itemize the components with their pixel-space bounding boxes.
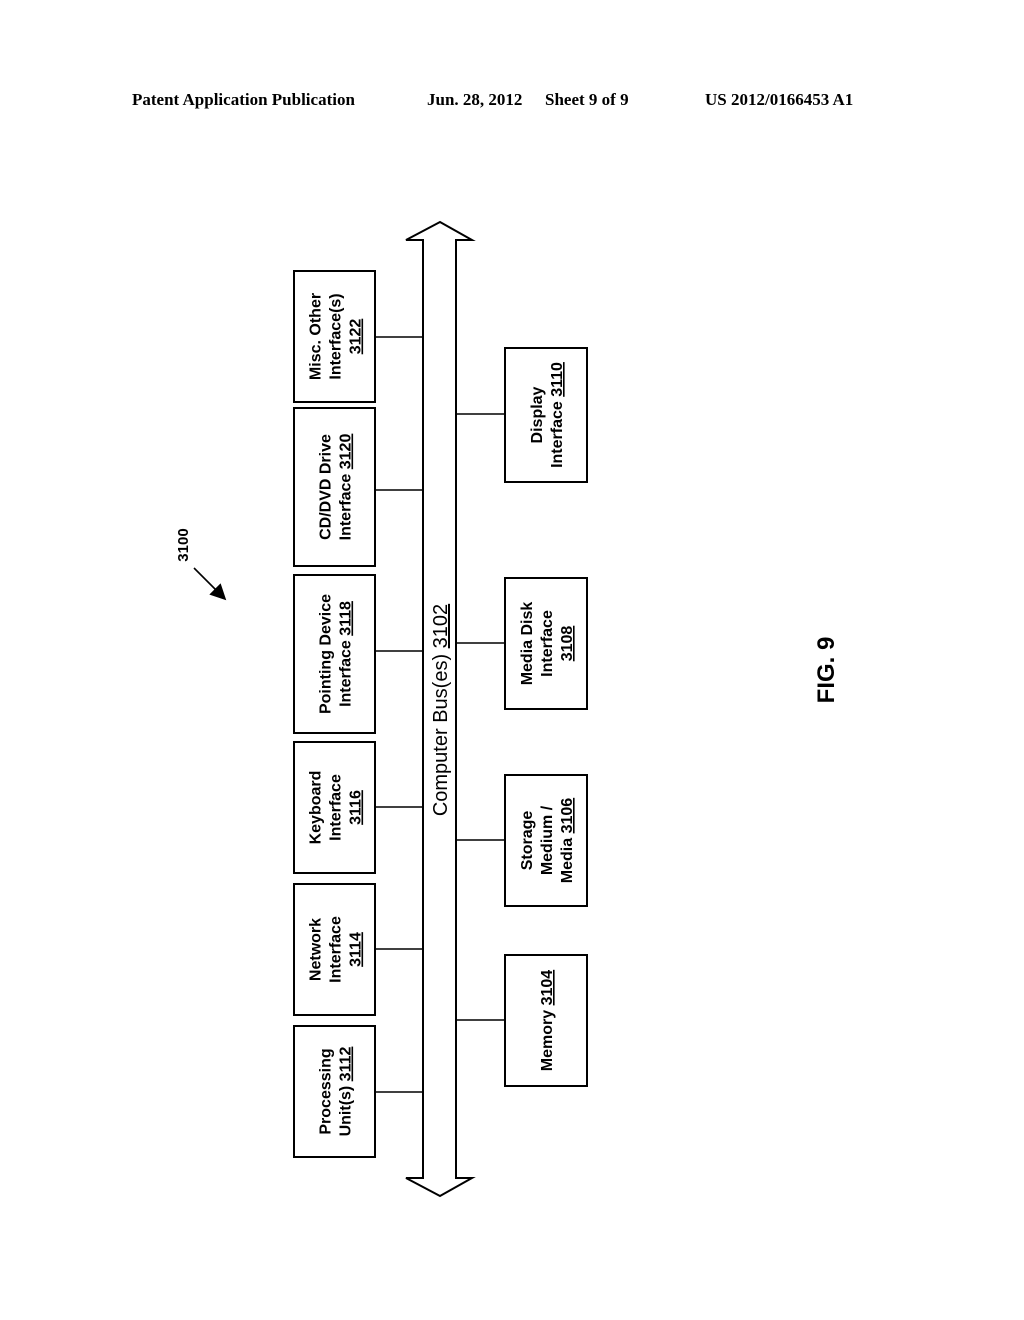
component-label-line: Interface bbox=[328, 916, 345, 983]
component-ref-number: 3104 bbox=[539, 970, 556, 1006]
component-label-text: Display bbox=[529, 386, 546, 443]
component-label-line: 3114 bbox=[348, 932, 365, 967]
component-label-line: Display bbox=[529, 386, 546, 443]
component-label-line: Misc. Other bbox=[308, 293, 325, 380]
component-ref-number: 3114 bbox=[348, 932, 365, 967]
component-label-text: Keyboard bbox=[308, 771, 325, 845]
component-upper-4: CD/DVD Drive Interface 3120 bbox=[293, 407, 423, 567]
system-ref-label: 3100 bbox=[175, 528, 192, 561]
component-box bbox=[293, 1025, 376, 1158]
component-label-text: Media bbox=[559, 833, 576, 883]
component-label-line: Interface bbox=[328, 774, 345, 841]
component-label-text: Misc. Other bbox=[308, 293, 325, 380]
component-label-line: Interface 3120 bbox=[338, 434, 355, 541]
component-lower-2: Media Disk Interface 3108 bbox=[456, 577, 588, 710]
component-ref-number: 3110 bbox=[549, 362, 566, 397]
component-label-text: Media Disk bbox=[519, 602, 536, 686]
component-upper-2: Keyboard Interface 3116 bbox=[293, 741, 423, 874]
component-box bbox=[293, 574, 376, 734]
component-label-line: Keyboard bbox=[308, 771, 325, 845]
component-label-text: Memory bbox=[539, 1005, 556, 1071]
component-box bbox=[293, 407, 376, 567]
component-ref-number: 3108 bbox=[559, 626, 576, 662]
component-ref-number: 3116 bbox=[348, 790, 365, 825]
component-label-text: Interface(s) bbox=[328, 293, 345, 379]
component-lower-0: Memory 3104 bbox=[456, 954, 588, 1087]
component-upper-1: Network Interface 3114 bbox=[293, 883, 423, 1016]
component-label-text: Medium / bbox=[539, 805, 556, 875]
component-label-line: Storage bbox=[519, 811, 536, 871]
component-box bbox=[504, 347, 588, 483]
block-diagram: Computer Bus(es) 3102 3100 FIG. 9 Proces… bbox=[175, 220, 840, 1198]
component-label-text: Interface bbox=[338, 636, 355, 707]
component-label-line: Memory 3104 bbox=[539, 970, 556, 1071]
component-ref-number: 3112 bbox=[338, 1046, 355, 1081]
component-lower-3: Display Interface 3110 bbox=[456, 347, 588, 483]
component-label-text: Interface bbox=[549, 397, 566, 468]
system-ref-arrow bbox=[193, 567, 227, 601]
component-ref-number: 3106 bbox=[559, 798, 576, 834]
component-label-text: Unit(s) bbox=[338, 1081, 355, 1136]
component-ref-number: 3122 bbox=[348, 319, 365, 355]
component-label-text: Pointing Device bbox=[318, 594, 335, 714]
component-upper-0: Processing Unit(s) 3112 bbox=[293, 1025, 423, 1158]
component-label-text: Storage bbox=[519, 811, 536, 871]
component-ref-number: 3120 bbox=[338, 434, 355, 470]
component-label-line: Interface 3110 bbox=[549, 362, 566, 468]
component-label-text: Network bbox=[308, 918, 325, 981]
component-label-text: Processing bbox=[318, 1048, 335, 1134]
component-ref-number: 3118 bbox=[338, 601, 355, 636]
component-label-line: Interface bbox=[539, 610, 556, 677]
component-label-text: Interface bbox=[539, 610, 556, 677]
component-label-line: Interface(s) bbox=[328, 293, 345, 379]
bus-ref: 3102 bbox=[430, 604, 452, 649]
computer-bus-label: Computer Bus(es) 3102 bbox=[430, 604, 452, 816]
component-label-line: 3122 bbox=[348, 319, 365, 355]
component-label-line: Media 3106 bbox=[559, 798, 576, 883]
component-label-line: Medium / bbox=[539, 805, 556, 875]
component-label-line: Media Disk bbox=[519, 602, 536, 686]
component-upper-5: Misc. Other Interface(s) 3122 bbox=[293, 270, 423, 403]
component-upper-3: Pointing Device Interface 3118 bbox=[293, 574, 423, 734]
figure-label: FIG. 9 bbox=[813, 637, 840, 704]
bus-label-text: Computer Bus(es) bbox=[430, 648, 452, 816]
component-label-line: Pointing Device bbox=[318, 594, 335, 714]
component-lower-1: Storage Medium / Media 3106 bbox=[456, 774, 588, 907]
component-label-line: CD/DVD Drive bbox=[318, 434, 335, 540]
component-label-text: Interface bbox=[328, 916, 345, 983]
component-label-line: 3116 bbox=[348, 790, 365, 825]
component-label-line: Interface 3118 bbox=[338, 601, 355, 707]
component-label-text: Interface bbox=[338, 469, 355, 540]
component-label-line: Processing bbox=[318, 1048, 335, 1134]
component-label-line: Unit(s) 3112 bbox=[338, 1046, 355, 1136]
component-label-text: Interface bbox=[328, 774, 345, 841]
component-label-line: 3108 bbox=[559, 626, 576, 662]
component-label-text: CD/DVD Drive bbox=[318, 434, 335, 540]
component-label-line: Network bbox=[308, 918, 325, 981]
